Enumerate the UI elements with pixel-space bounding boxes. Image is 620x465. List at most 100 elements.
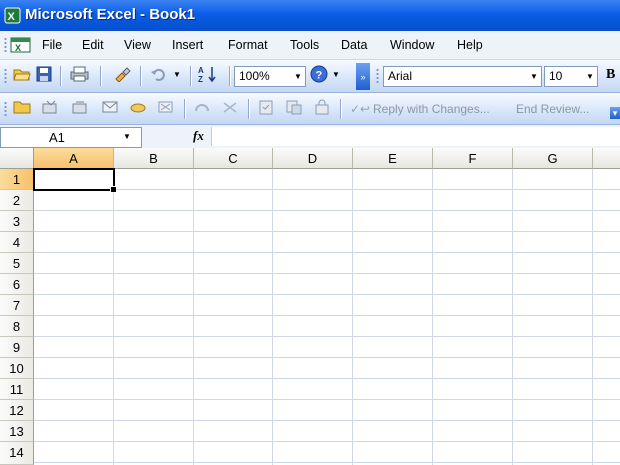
column-header-f[interactable]: F: [433, 148, 513, 169]
gridline: [34, 399, 620, 400]
row-header-1[interactable]: 1: [0, 169, 34, 190]
mail-icon[interactable]: [100, 97, 120, 117]
clipboard-icon[interactable]: [256, 97, 276, 117]
gridline: [34, 273, 620, 274]
toolbar-overflow-icon[interactable]: ▾: [610, 107, 620, 119]
font-name-select[interactable]: Arial ▼: [383, 66, 542, 87]
name-box[interactable]: A1 ▼: [0, 127, 142, 148]
gridline: [34, 441, 620, 442]
toolbar-separator: [60, 66, 61, 86]
svg-text:?: ?: [316, 70, 323, 82]
undo-icon[interactable]: [148, 64, 168, 84]
menu-edit[interactable]: Edit: [82, 38, 104, 52]
toolbar-separator: [229, 66, 230, 86]
column-header-d[interactable]: D: [273, 148, 353, 169]
gridline: [34, 210, 620, 211]
gridline: [34, 315, 620, 316]
gridline: [34, 357, 620, 358]
reply-icon: ✓↩: [350, 102, 371, 116]
help-icon[interactable]: ?: [309, 64, 329, 84]
toolbar-separator: [100, 66, 101, 86]
attach-icon[interactable]: [128, 97, 148, 117]
menu-data[interactable]: Data: [341, 38, 367, 52]
row-header-13[interactable]: 13: [0, 421, 34, 442]
menu-file[interactable]: File: [42, 38, 62, 52]
row-header-7[interactable]: 7: [0, 295, 34, 316]
sort-ascending-icon[interactable]: AZ: [196, 64, 222, 84]
column-header-c[interactable]: C: [194, 148, 273, 169]
toolbar-grip[interactable]: [376, 68, 379, 84]
font-size-value: 10: [549, 69, 563, 83]
svg-text:Z: Z: [198, 75, 203, 83]
zoom-value: 100%: [239, 69, 270, 83]
print-icon[interactable]: [66, 64, 94, 84]
menu-grip[interactable]: [4, 37, 7, 53]
row-header-6[interactable]: 6: [0, 274, 34, 295]
excel-app-icon: X: [4, 7, 21, 24]
bold-button[interactable]: B: [606, 67, 615, 83]
undo-dropdown-icon[interactable]: ▼: [173, 70, 181, 79]
column-header-a[interactable]: A: [34, 148, 114, 169]
toolbar-overflow-icon[interactable]: »: [356, 63, 370, 90]
row-header-11[interactable]: 11: [0, 379, 34, 400]
chevron-down-icon[interactable]: ▼: [123, 132, 131, 141]
row-header-9[interactable]: 9: [0, 337, 34, 358]
end-review-button[interactable]: End Review...: [516, 102, 589, 116]
chevron-down-icon: ▼: [294, 72, 302, 81]
row-header-4[interactable]: 4: [0, 232, 34, 253]
reply-with-changes-button[interactable]: Reply with Changes...: [373, 102, 490, 116]
document-icon[interactable]: X: [10, 36, 32, 54]
worksheet-grid[interactable]: A B C D E F G 1 2 3 4 5 6 7 8 9 10 11 12…: [0, 148, 620, 465]
toolbar-grip[interactable]: [4, 68, 7, 84]
row-header-8[interactable]: 8: [0, 316, 34, 337]
svg-text:X: X: [15, 43, 21, 53]
column-header-e[interactable]: E: [353, 148, 433, 169]
menu-insert[interactable]: Insert: [172, 38, 203, 52]
format-painter-icon[interactable]: [112, 64, 132, 84]
fill-handle[interactable]: [110, 186, 117, 193]
standard-toolbar: ▼ AZ 100% ▼ ? ▼ » Arial ▼ 10 ▼ B: [0, 60, 620, 93]
gridline: [34, 378, 620, 379]
toolbar-separator: [340, 99, 341, 119]
protect-icon[interactable]: [312, 97, 332, 117]
delete-comment-icon[interactable]: [156, 97, 176, 117]
gridline: [34, 420, 620, 421]
folder-icon[interactable]: [12, 97, 32, 117]
route-icon[interactable]: [70, 97, 90, 117]
previous-comment-icon[interactable]: [192, 97, 212, 117]
zoom-select[interactable]: 100% ▼: [234, 66, 306, 87]
row-header-2[interactable]: 2: [0, 190, 34, 211]
menu-help[interactable]: Help: [457, 38, 483, 52]
next-comment-icon[interactable]: [220, 97, 240, 117]
toolbar-separator: [184, 99, 185, 119]
column-header-partial[interactable]: [593, 148, 620, 169]
title-bar[interactable]: X Microsoft Excel - Book1: [0, 0, 620, 31]
menu-view[interactable]: View: [124, 38, 151, 52]
column-header-g[interactable]: G: [513, 148, 593, 169]
track-changes-icon[interactable]: [284, 97, 304, 117]
row-header-14[interactable]: 14: [0, 442, 34, 465]
select-all-button[interactable]: [0, 148, 34, 169]
menu-format[interactable]: Format: [228, 38, 268, 52]
gridline: [34, 462, 620, 463]
gridline: [34, 336, 620, 337]
font-size-select[interactable]: 10 ▼: [544, 66, 598, 87]
save-icon[interactable]: [34, 64, 54, 84]
open-icon[interactable]: [12, 64, 32, 84]
column-header-b[interactable]: B: [114, 148, 194, 169]
insert-function-icon[interactable]: fx: [193, 128, 204, 144]
window-title: Microsoft Excel - Book1: [25, 6, 196, 23]
send-icon[interactable]: [40, 97, 60, 117]
toolbar-grip[interactable]: [4, 101, 7, 117]
reviewing-toolbar: ✓↩ Reply with Changes... End Review... ▾: [0, 93, 620, 125]
font-name-value: Arial: [388, 69, 413, 83]
formula-input[interactable]: [211, 127, 620, 146]
row-header-12[interactable]: 12: [0, 400, 34, 421]
row-header-10[interactable]: 10: [0, 358, 34, 379]
toolbar-options-icon[interactable]: ▼: [332, 70, 340, 79]
menu-window[interactable]: Window: [390, 38, 434, 52]
row-header-5[interactable]: 5: [0, 253, 34, 274]
active-cell-a1[interactable]: [33, 168, 115, 191]
menu-tools[interactable]: Tools: [290, 38, 319, 52]
row-header-3[interactable]: 3: [0, 211, 34, 232]
